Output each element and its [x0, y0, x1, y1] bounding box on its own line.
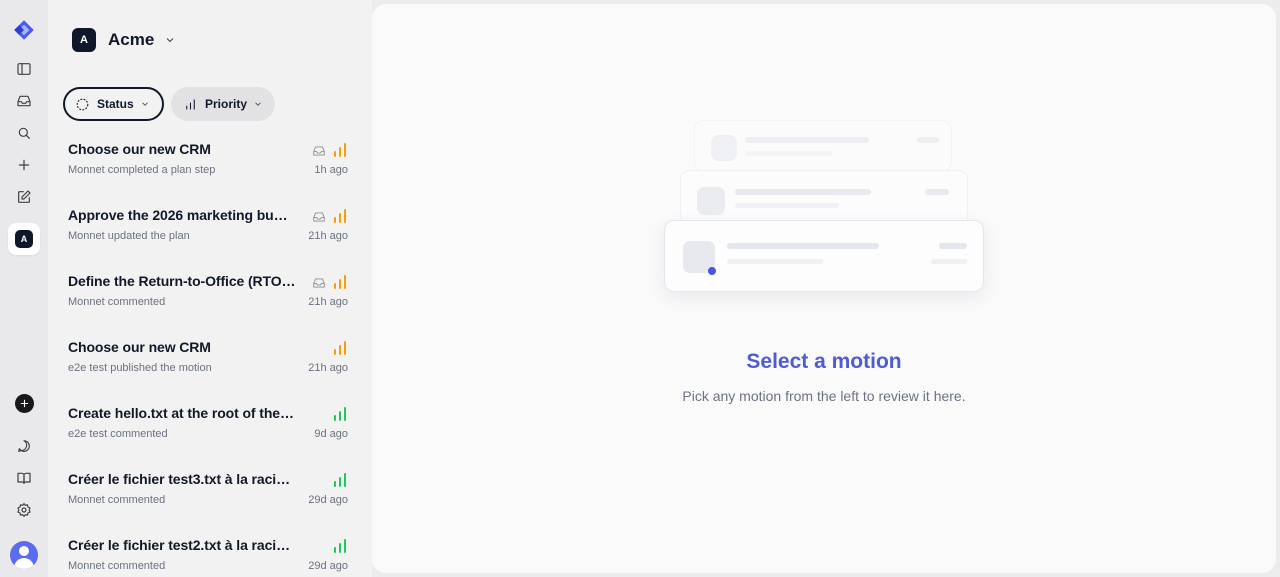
priority-bars-icon — [334, 209, 346, 223]
priority-bars-icon — [334, 143, 346, 157]
motion-activity: Monnet commented — [68, 494, 166, 506]
settings-icon[interactable] — [8, 494, 40, 526]
motion-activity: e2e test commented — [68, 428, 168, 440]
motion-activity: e2e test published the motion — [68, 362, 212, 374]
priority-bars-icon — [334, 539, 346, 553]
motion-timestamp: 9d ago — [314, 428, 348, 440]
inbox-icon — [313, 146, 325, 156]
sidebar-toggle-icon[interactable] — [8, 53, 40, 85]
workspace-name: Acme — [108, 30, 155, 49]
chat-icon[interactable] — [8, 430, 40, 462]
priority-filter-button[interactable]: Priority — [171, 87, 275, 121]
user-avatar-icon — [10, 541, 38, 569]
search-icon[interactable] — [8, 117, 40, 149]
motion-timestamp: 29d ago — [308, 560, 348, 572]
status-filter-label: Status — [97, 97, 134, 111]
motion-list: Choose our new CRM Monnet completed a pla… — [48, 127, 372, 577]
motion-list-item[interactable]: Choose our new CRM e2e test published the… — [48, 325, 372, 391]
inbox-icon[interactable] — [8, 85, 40, 117]
priority-bars-icon — [334, 473, 346, 487]
priority-filter-label: Priority — [204, 97, 247, 111]
motion-activity: Monnet commented — [68, 560, 166, 572]
motion-title: Create hello.txt at the root of the repo… — [68, 405, 296, 421]
book-icon[interactable] — [8, 462, 40, 494]
empty-state-title: Select a motion — [746, 350, 902, 373]
motion-timestamp: 29d ago — [308, 494, 348, 506]
motion-timestamp: 21h ago — [308, 296, 348, 308]
filter-bar: Status Priority — [63, 87, 275, 121]
motion-activity: Monnet commented — [68, 296, 166, 308]
workspace-switch-acme[interactable]: A — [8, 223, 40, 255]
motions-sidebar: A Acme Status Priority Choose our new CR… — [48, 0, 372, 577]
workspace-logo: A — [72, 28, 96, 52]
inbox-icon — [313, 278, 325, 288]
empty-state-subtitle: Pick any motion from the left to review … — [682, 388, 966, 404]
motion-title: Approve the 2026 marketing budget — [68, 207, 296, 223]
motion-list-item[interactable]: Approve the 2026 marketing budget Monnet … — [48, 193, 372, 259]
priority-bars-icon — [334, 341, 346, 355]
motion-timestamp: 21h ago — [308, 230, 348, 242]
workspace-selector[interactable]: A Acme — [72, 28, 176, 52]
motion-title: Define the Return-to-Office (RTO) policy — [68, 273, 296, 289]
inbox-icon — [313, 212, 325, 222]
motion-list-item[interactable]: Define the Return-to-Office (RTO) policy… — [48, 259, 372, 325]
add-workspace-icon — [14, 393, 34, 413]
workspace-avatar: A — [15, 230, 33, 248]
motion-list-item[interactable]: Créer le fichier test3.txt à la racine d… — [48, 457, 372, 523]
plus-icon[interactable] — [8, 149, 40, 181]
chevron-down-icon — [255, 102, 261, 106]
icon-rail: A — [0, 0, 48, 577]
motion-title: Choose our new CRM — [68, 141, 211, 157]
status-filter-button[interactable]: Status — [63, 87, 164, 121]
status-dashed-circle-icon — [76, 98, 89, 110]
motion-timestamp: 21h ago — [308, 362, 348, 374]
compose-icon[interactable] — [8, 181, 40, 213]
empty-state-illustration — [664, 120, 984, 292]
add-workspace-button[interactable] — [8, 387, 40, 419]
motion-list-item[interactable]: Create hello.txt at the root of the repo… — [48, 391, 372, 457]
motion-title: Créer le fichier test2.txt à la racine d… — [68, 537, 296, 553]
motion-activity: Monnet completed a plan step — [68, 164, 216, 176]
user-avatar-button[interactable] — [8, 539, 40, 571]
priority-bars-icon — [334, 275, 346, 289]
motion-list-item[interactable]: Créer le fichier test2.txt à la racine d… — [48, 523, 372, 577]
motion-title: Créer le fichier test3.txt à la racine d… — [68, 471, 296, 487]
priority-bars-icon — [334, 407, 346, 421]
motion-activity: Monnet updated the plan — [68, 230, 190, 242]
motion-title: Choose our new CRM — [68, 339, 211, 355]
motion-detail-pane: Select a motion Pick any motion from the… — [372, 4, 1276, 573]
priority-bars-icon — [186, 99, 195, 109]
chevron-down-icon — [166, 38, 174, 43]
chevron-down-icon — [141, 102, 148, 106]
motion-timestamp: 1h ago — [314, 164, 348, 176]
motion-list-item[interactable]: Choose our new CRM Monnet completed a pla… — [48, 127, 372, 193]
logo-icon[interactable] — [8, 14, 40, 46]
